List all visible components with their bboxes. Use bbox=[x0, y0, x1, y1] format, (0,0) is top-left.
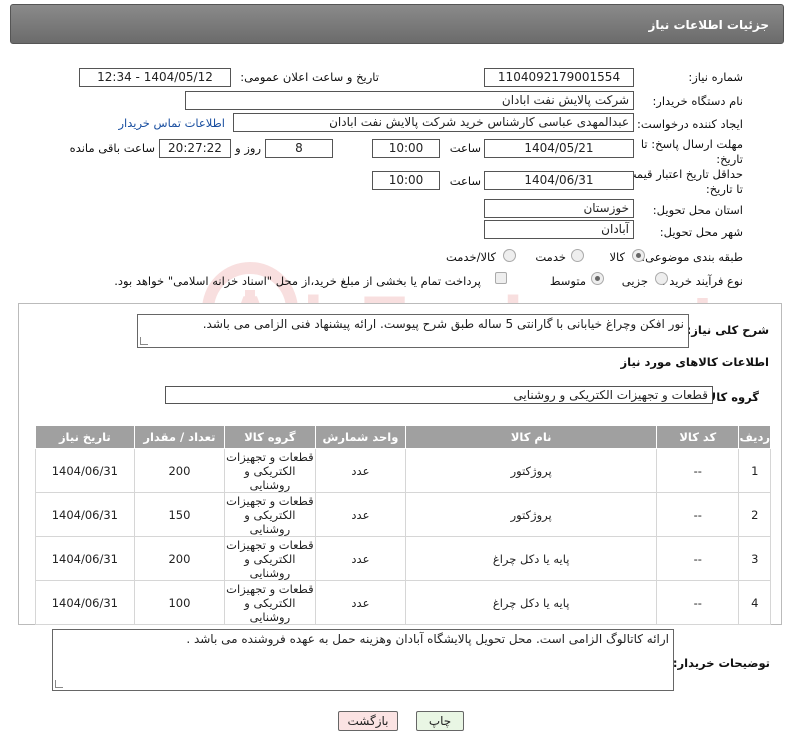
validity-time-field: 10:00 bbox=[372, 171, 440, 190]
cell-date: 1404/06/31 bbox=[35, 580, 135, 625]
buyer-notes-label: توضیحات خریدار: bbox=[672, 656, 770, 670]
deadline-label-1: مهلت ارسال پاسخ: تا bbox=[640, 137, 743, 151]
col-unit: واحد شمارش bbox=[314, 425, 407, 449]
cell-date: 1404/06/31 bbox=[35, 536, 135, 581]
table-row: 2 -- پروژکتور عدد قطعات و تجهیزات الکتری… bbox=[35, 492, 771, 537]
buyer-org-label: نام دستگاه خریدار: bbox=[652, 94, 743, 108]
city-field: آبادان bbox=[484, 220, 634, 239]
page-title: جزئیات اطلاعات نیاز bbox=[648, 18, 769, 32]
cell-group: قطعات و تجهیزات الکتریکی و روشنایی bbox=[224, 580, 316, 625]
cell-code: -- bbox=[656, 492, 740, 537]
cell-qty: 100 bbox=[133, 580, 226, 625]
category-radio-both[interactable] bbox=[503, 249, 516, 262]
col-date: تاریخ نیاز bbox=[35, 425, 135, 449]
cell-unit: عدد bbox=[314, 492, 407, 537]
validity-label-2: تا تاریخ: bbox=[705, 182, 743, 196]
cell-group: قطعات و تجهیزات الکتریکی و روشنایی bbox=[224, 448, 316, 493]
description-text: نور افکن وچراغ خیابانی با گارانتی 5 ساله… bbox=[202, 317, 684, 331]
cell-date: 1404/06/31 bbox=[35, 492, 135, 537]
announce-field: 1404/05/12 - 12:34 bbox=[79, 68, 231, 87]
category-label: طبقه بندی موضوعی: bbox=[641, 250, 743, 264]
cell-qty: 150 bbox=[133, 492, 226, 537]
back-button[interactable]: بازگشت bbox=[338, 711, 398, 731]
validity-label-1: حداقل تاریخ اعتبار قیمت: bbox=[621, 167, 743, 181]
page-header: جزئیات اطلاعات نیاز bbox=[10, 4, 784, 44]
cell-group: قطعات و تجهیزات الکتریکی و روشنایی bbox=[224, 536, 316, 581]
cell-code: -- bbox=[656, 580, 740, 625]
cell-name: پروژکتور bbox=[405, 448, 658, 493]
details-section: شرح کلی نیاز: نور افکن وچراغ خیابانی با … bbox=[18, 303, 782, 625]
col-qty: تعداد / مقدار bbox=[133, 425, 226, 449]
goods-section-title: اطلاعات کالاهای مورد نیاز bbox=[620, 355, 769, 369]
deadline-label-2: تاریخ: bbox=[716, 152, 743, 166]
col-code: کد کالا bbox=[656, 425, 740, 449]
province-label: استان محل تحویل: bbox=[652, 203, 743, 217]
buyer-notes-textarea[interactable]: ارائه کاتالوگ الزامی است. محل تحویل پالا… bbox=[52, 629, 674, 691]
cell-name: پروژکتور bbox=[405, 492, 658, 537]
process-radio-medium[interactable] bbox=[591, 272, 604, 285]
cell-unit: عدد bbox=[314, 580, 407, 625]
cell-name: پایه یا دکل چراغ bbox=[405, 536, 658, 581]
resize-grip-icon[interactable] bbox=[140, 337, 148, 345]
page: جزئیات اطلاعات نیاز AriaTender.net شماره… bbox=[0, 0, 788, 748]
col-name: نام کالا bbox=[405, 425, 658, 449]
deadline-date-field: 1404/05/21 bbox=[484, 139, 634, 158]
table-row: 1 -- پروژکتور عدد قطعات و تجهیزات الکتری… bbox=[35, 448, 771, 493]
category-radio-goods[interactable] bbox=[632, 249, 645, 262]
remaining-time-field: 20:27:22 bbox=[159, 139, 231, 158]
print-button[interactable]: چاپ bbox=[416, 711, 464, 731]
category-option-goods: کالا bbox=[609, 250, 625, 264]
resize-grip-icon[interactable] bbox=[55, 680, 63, 688]
cell-index: 4 bbox=[738, 580, 771, 625]
process-radio-minor[interactable] bbox=[655, 272, 668, 285]
days-label: روز و bbox=[235, 141, 261, 155]
days-remaining-field: 8 bbox=[265, 139, 333, 158]
cell-qty: 200 bbox=[133, 448, 226, 493]
process-option-medium: متوسط bbox=[549, 274, 586, 288]
validity-date-field: 1404/06/31 bbox=[484, 171, 634, 190]
table-row: 4 -- پایه یا دکل چراغ عدد قطعات و تجهیزا… bbox=[35, 580, 771, 625]
buyer-notes-text: ارائه کاتالوگ الزامی است. محل تحویل پالا… bbox=[186, 632, 669, 646]
payment-checkbox[interactable] bbox=[495, 272, 507, 284]
cell-group: قطعات و تجهیزات الکتریکی و روشنایی bbox=[224, 492, 316, 537]
province-field: خوزستان bbox=[484, 199, 634, 218]
goods-group-field: قطعات و تجهیزات الکتریکی و روشنایی bbox=[165, 386, 713, 404]
cell-index: 2 bbox=[738, 492, 771, 537]
deadline-time-field: 10:00 bbox=[372, 139, 440, 158]
cell-index: 1 bbox=[738, 448, 771, 493]
col-index: ردیف bbox=[738, 425, 771, 449]
cell-date: 1404/06/31 bbox=[35, 448, 135, 493]
city-label: شهر محل تحویل: bbox=[659, 225, 743, 239]
need-number-field: 1104092179001554 bbox=[484, 68, 634, 87]
cell-code: -- bbox=[656, 448, 740, 493]
goods-table-header: ردیف کد کالا نام کالا واحد شمارش گروه کا… bbox=[35, 425, 771, 449]
category-option-both: کالا/خدمت bbox=[445, 250, 496, 264]
cell-name: پایه یا دکل چراغ bbox=[405, 580, 658, 625]
category-option-service: خدمت bbox=[535, 250, 566, 264]
process-option-minor: جزیی bbox=[621, 274, 648, 288]
validity-time-label: ساعت bbox=[449, 174, 481, 188]
description-textarea[interactable]: نور افکن وچراغ خیابانی با گارانتی 5 ساله… bbox=[137, 314, 689, 348]
col-group: گروه کالا bbox=[224, 425, 316, 449]
goods-table: ردیف کد کالا نام کالا واحد شمارش گروه کا… bbox=[35, 425, 771, 625]
cell-unit: عدد bbox=[314, 536, 407, 581]
remaining-label: ساعت باقی مانده bbox=[69, 141, 155, 155]
cell-qty: 200 bbox=[133, 536, 226, 581]
cell-index: 3 bbox=[738, 536, 771, 581]
deadline-time-label: ساعت bbox=[449, 141, 481, 155]
table-row: 3 -- پایه یا دکل چراغ عدد قطعات و تجهیزا… bbox=[35, 536, 771, 581]
buyer-org-field: شرکت پالایش نفت ابادان bbox=[185, 91, 634, 110]
cell-unit: عدد bbox=[314, 448, 407, 493]
need-number-label: شماره نیاز: bbox=[688, 70, 743, 84]
announce-label: تاریخ و ساعت اعلان عمومی: bbox=[240, 70, 379, 84]
category-radio-service[interactable] bbox=[571, 249, 584, 262]
creator-field: عبدالمهدی عباسی کارشناس خرید شرکت پالایش… bbox=[233, 113, 634, 132]
description-label: شرح کلی نیاز: bbox=[686, 323, 769, 337]
cell-code: -- bbox=[656, 536, 740, 581]
creator-label: ایجاد کننده درخواست: bbox=[637, 117, 743, 131]
process-label: نوع فرآیند خرید : bbox=[661, 274, 743, 288]
contact-buyer-link[interactable]: اطلاعات تماس خریدار bbox=[118, 116, 225, 130]
payment-text: پرداخت تمام یا بخشی از مبلغ خرید،از محل … bbox=[114, 274, 481, 288]
